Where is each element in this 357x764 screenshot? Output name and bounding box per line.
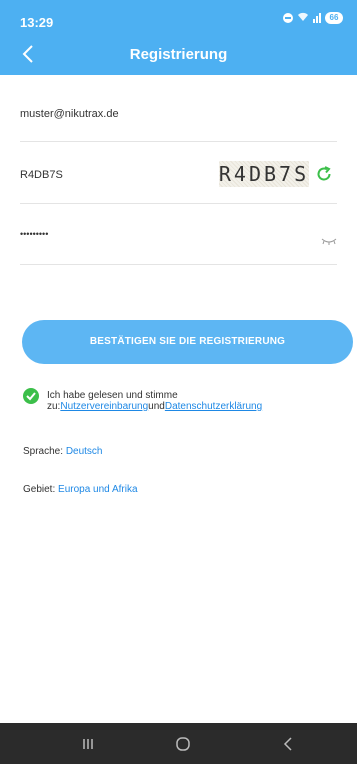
home-icon — [176, 737, 190, 751]
do-not-disturb-icon — [283, 13, 293, 23]
battery-icon: 66 — [325, 12, 343, 24]
region-row: Gebiet: Europa und Afrika — [23, 484, 138, 495]
signal-icon — [313, 13, 321, 23]
confirm-registration-button[interactable]: BESTÄTIGEN SIE DIE REGISTRIERUNG — [22, 320, 353, 364]
agreement: Ich habe gelesen und stimme zu:Nutzerver… — [23, 388, 343, 418]
captcha-input-value: R4DB7S — [20, 169, 63, 181]
agreement-prefix: zu: — [47, 401, 61, 412]
checkbox-checked-icon[interactable] — [23, 388, 39, 404]
language-row: Sprache: Deutsch — [23, 446, 103, 457]
language-label: Sprache: — [23, 446, 64, 457]
agreement-line-2: zu:NutzervereinbarungundDatenschutzerklä… — [47, 401, 262, 412]
status-time: 13:29 — [20, 15, 54, 30]
captcha-field[interactable]: R4DB7S R4DB7S — [20, 143, 337, 204]
eye-closed-icon[interactable] — [321, 237, 337, 245]
navigation-bar — [0, 723, 357, 764]
region-value[interactable]: Europa und Afrika — [58, 484, 138, 495]
email-field[interactable]: muster@nikutrax.de — [20, 90, 337, 142]
captcha-image: R4DB7S — [218, 161, 310, 187]
app-header: 13:29 66 Registrierung — [0, 0, 357, 75]
status-icons: 66 — [283, 12, 343, 24]
password-value: ••••••••• — [20, 229, 49, 239]
agreement-text: Ich habe gelesen und stimme zu:Nutzerver… — [47, 390, 262, 412]
privacy-policy-link[interactable]: Datenschutzerklärung — [165, 401, 262, 412]
refresh-icon[interactable] — [315, 165, 333, 183]
system-back-button[interactable] — [276, 733, 300, 755]
user-agreement-link[interactable]: Nutzervereinbarung — [60, 401, 148, 412]
region-label: Gebiet: — [23, 484, 56, 495]
email-value: muster@nikutrax.de — [20, 108, 119, 120]
agreement-line-1: Ich habe gelesen und stimme — [47, 390, 178, 401]
agreement-conjunction: und — [148, 401, 165, 412]
language-value[interactable]: Deutsch — [66, 446, 103, 457]
recent-apps-button[interactable] — [76, 733, 100, 755]
page-title: Registrierung — [129, 46, 228, 63]
password-field[interactable]: ••••••••• — [20, 205, 337, 265]
chevron-left-icon — [283, 737, 292, 751]
recent-apps-icon — [83, 739, 93, 749]
wifi-icon — [297, 12, 309, 24]
home-button[interactable] — [171, 733, 195, 755]
